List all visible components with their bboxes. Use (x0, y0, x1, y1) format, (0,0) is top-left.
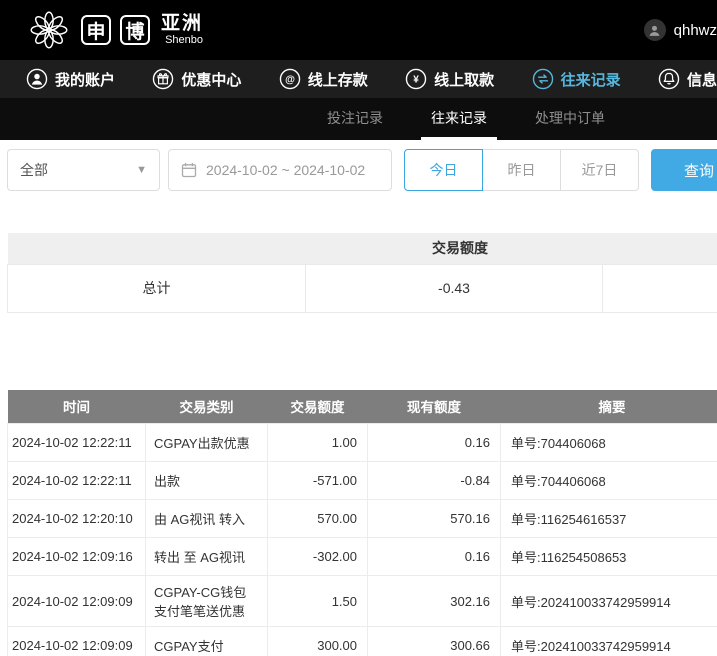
summary-total-row: 总计 -0.43 (8, 264, 717, 312)
table-cell: 单号:202410033742959914 (501, 627, 717, 656)
transactions-table: 时间 交易类别 交易额度 现有额度 摘要 2024-10-02 12:22:11… (7, 390, 717, 656)
table-cell: -302.00 (268, 538, 368, 576)
username: qhhwz (674, 22, 717, 39)
svg-text:¥: ¥ (413, 75, 419, 86)
nav-item-messages[interactable]: 信息 (658, 68, 717, 90)
gift-circle-icon (152, 68, 174, 90)
user-circle-icon (26, 68, 48, 90)
summary-table: 交易额度 总计 -0.43 (7, 233, 717, 313)
table-cell: -0.84 (368, 462, 501, 500)
nav-item-my-account[interactable]: 我的账户 (26, 68, 115, 90)
bell-icon (658, 68, 680, 90)
logo-char-shen: 申 (81, 15, 111, 45)
col-header-time: 时间 (8, 390, 146, 424)
table-cell: 0.16 (368, 538, 501, 576)
table-cell: 0.16 (368, 424, 501, 462)
avatar-icon (644, 19, 666, 41)
calendar-icon (181, 162, 197, 178)
main-nav: 我的账户 优惠中心 @ 线上存款 ¥ 线上取款 (0, 60, 717, 98)
svg-text:@: @ (285, 75, 295, 86)
table-cell: CGPAY出款优惠 (146, 424, 268, 462)
query-button[interactable]: 查询 (651, 149, 717, 191)
table-row: 2024-10-02 12:22:11出款-571.00-0.84单号:7044… (8, 462, 717, 500)
table-cell: CGPAY-CG钱包支付笔笔送优惠 (146, 576, 268, 627)
logo-char-bo: 博 (120, 15, 150, 45)
nav-item-records[interactable]: 往来记录 (532, 68, 621, 90)
table-cell: 302.16 (368, 576, 501, 627)
table-cell: 300.00 (268, 627, 368, 656)
date-range-value: 2024-10-02 ~ 2024-10-02 (206, 162, 365, 178)
quick-range-group: 今日 昨日 近7日 (404, 149, 639, 191)
table-cell: 出款 (146, 462, 268, 500)
table-cell: CGPAY支付 (146, 627, 268, 656)
today-button[interactable]: 今日 (404, 149, 483, 191)
date-range-input[interactable]: 2024-10-02 ~ 2024-10-02 (168, 149, 392, 191)
nav-item-deposit[interactable]: @ 线上存款 (279, 68, 368, 90)
table-cell: 2024-10-02 12:09:09 (8, 576, 146, 627)
tab-transaction-records[interactable]: 往来记录 (421, 98, 497, 140)
nav-label: 往来记录 (561, 69, 621, 90)
transfer-arrows-icon (532, 68, 554, 90)
summary-total-label: 总计 (8, 264, 306, 312)
table-row: 2024-10-02 12:09:16转出 至 AG视讯-302.000.16单… (8, 538, 717, 576)
filter-bar: 全部 ▼ 2024-10-02 ~ 2024-10-02 今日 昨日 近7日 查… (0, 140, 717, 191)
nav-item-withdraw[interactable]: ¥ 线上取款 (405, 68, 494, 90)
transactions-header-row: 时间 交易类别 交易额度 现有额度 摘要 (8, 390, 717, 424)
table-cell: 单号:116254508653 (501, 538, 717, 576)
table-cell: 2024-10-02 12:22:11 (8, 462, 146, 500)
nav-label: 线上取款 (434, 69, 494, 90)
col-header-balance: 现有额度 (368, 390, 501, 424)
nav-label: 我的账户 (55, 69, 115, 90)
type-select-value: 全部 (20, 160, 48, 180)
last7days-button[interactable]: 近7日 (560, 149, 639, 191)
table-cell: 570.16 (368, 500, 501, 538)
brand-region-text: 亚洲 (161, 14, 203, 35)
summary-header: 交易额度 (8, 233, 717, 264)
table-cell: 2024-10-02 12:22:11 (8, 424, 146, 462)
table-cell: 单号:202410033742959914 (501, 576, 717, 627)
col-header-amount: 交易额度 (268, 390, 368, 424)
table-cell: 2024-10-02 12:20:10 (8, 500, 146, 538)
deposit-coin-icon: @ (279, 68, 301, 90)
col-header-type: 交易类别 (146, 390, 268, 424)
table-cell: 单号:704406068 (501, 462, 717, 500)
nav-label: 线上存款 (308, 69, 368, 90)
table-cell: 转出 至 AG视讯 (146, 538, 268, 576)
brand-logo[interactable]: 申 博 亚洲 Shenbo (26, 7, 203, 53)
table-cell: 1.50 (268, 576, 368, 627)
chevron-down-icon: ▼ (136, 164, 147, 176)
transactions-body: 2024-10-02 12:22:11CGPAY出款优惠1.000.16单号:7… (8, 424, 717, 656)
brand-name-en: Shenbo (165, 34, 203, 46)
nav-label: 优惠中心 (181, 69, 241, 90)
table-cell: 由 AG视讯 转入 (146, 500, 268, 538)
tab-betting-records[interactable]: 投注记录 (317, 98, 393, 140)
table-row: 2024-10-02 12:20:10由 AG视讯 转入570.00570.16… (8, 500, 717, 538)
table-cell: 1.00 (268, 424, 368, 462)
topbar: 申 博 亚洲 Shenbo qhhwz (0, 0, 717, 60)
table-cell: 570.00 (268, 500, 368, 538)
col-header-summary: 摘要 (501, 390, 717, 424)
records-subnav: 投注记录 往来记录 处理中订单 (0, 98, 717, 140)
table-row: 2024-10-02 12:09:09CGPAY支付300.00300.66单号… (8, 627, 717, 656)
nav-item-promotions[interactable]: 优惠中心 (152, 68, 241, 90)
table-row: 2024-10-02 12:22:11CGPAY出款优惠1.000.16单号:7… (8, 424, 717, 462)
table-cell: -571.00 (268, 462, 368, 500)
table-cell: 单号:704406068 (501, 424, 717, 462)
tab-processing-orders[interactable]: 处理中订单 (525, 98, 615, 140)
summary-total-value: -0.43 (306, 264, 603, 312)
withdraw-coin-icon: ¥ (405, 68, 427, 90)
yesterday-button[interactable]: 昨日 (482, 149, 561, 191)
type-select[interactable]: 全部 ▼ (7, 149, 160, 191)
table-cell: 300.66 (368, 627, 501, 656)
table-cell: 单号:116254616537 (501, 500, 717, 538)
user-menu[interactable]: qhhwz (644, 19, 717, 41)
table-cell: 2024-10-02 12:09:09 (8, 627, 146, 656)
summary-empty-cell (603, 264, 717, 312)
nav-label: 信息 (687, 69, 717, 90)
flower-logo-icon (26, 7, 72, 53)
table-cell: 2024-10-02 12:09:16 (8, 538, 146, 576)
table-row: 2024-10-02 12:09:09CGPAY-CG钱包支付笔笔送优惠1.50… (8, 576, 717, 627)
